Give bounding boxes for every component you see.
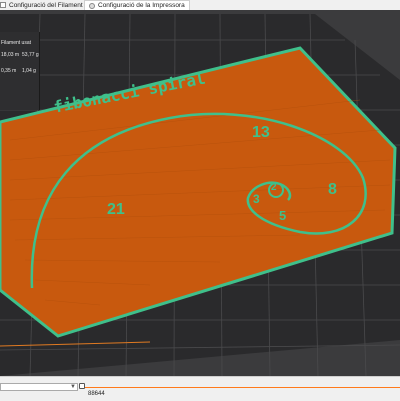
bottom-bar: ▼ 88644 <box>0 376 400 401</box>
filament-icon <box>0 2 6 8</box>
layer-slider-thumb[interactable] <box>79 383 85 389</box>
layer-value: 88644 <box>88 391 105 397</box>
tab-printer-settings[interactable]: Configuració de la Impressora <box>84 0 190 10</box>
number-label-13: 13 <box>252 124 270 141</box>
number-label-8: 8 <box>328 181 337 198</box>
filament-info-panel: Filament usat 18,03 m 53,77 g 0,35 m 1,0… <box>0 32 40 110</box>
tab-filament-settings[interactable]: Configuració del Filament <box>0 0 83 10</box>
view-selector[interactable] <box>0 383 78 391</box>
3d-viewport[interactable] <box>0 10 400 376</box>
tab-label: Configuració del Filament <box>9 1 83 9</box>
printer-gear-icon <box>89 2 95 9</box>
info-tower-length: 0,35 m <box>1 68 17 74</box>
number-label-21: 21 <box>107 201 125 218</box>
number-label-2: 2 <box>271 182 277 193</box>
tab-label: Configuració de la Impressora <box>98 2 185 9</box>
info-weight: 53,77 g <box>22 52 39 58</box>
info-length: 18,03 m <box>1 52 20 58</box>
number-label-5: 5 <box>279 208 287 223</box>
info-tower-weight: 1,04 g <box>22 68 36 74</box>
info-title: Filament usat <box>1 40 32 46</box>
layer-slider-track[interactable] <box>82 387 400 388</box>
number-label-3: 3 <box>253 192 260 206</box>
chevron-down-icon[interactable]: ▼ <box>70 384 76 390</box>
